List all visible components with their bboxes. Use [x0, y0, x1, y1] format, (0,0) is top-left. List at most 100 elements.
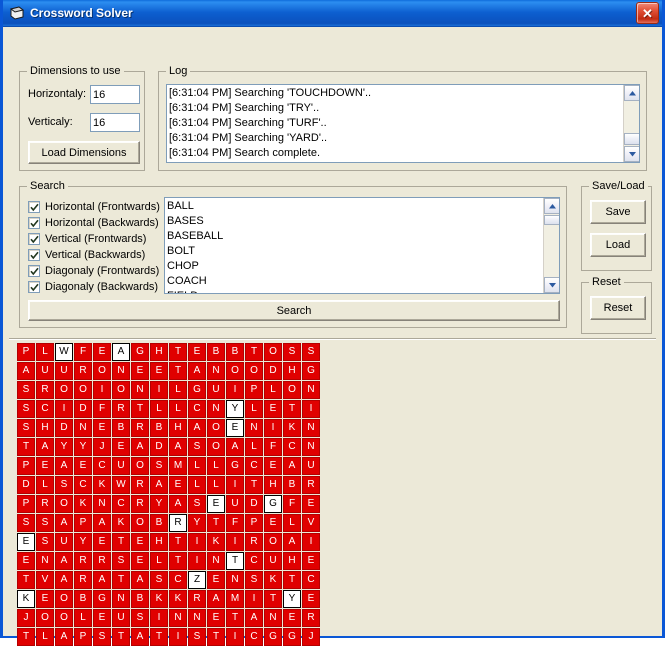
- grid-cell[interactable]: A: [169, 438, 187, 456]
- grid-cell[interactable]: S: [302, 343, 320, 361]
- list-item[interactable]: FIELD: [167, 289, 541, 293]
- grid-cell[interactable]: N: [264, 609, 282, 627]
- grid-cell[interactable]: J: [93, 438, 111, 456]
- grid-cell[interactable]: T: [169, 362, 187, 380]
- grid-cell[interactable]: E: [207, 609, 225, 627]
- grid-cell[interactable]: O: [112, 381, 130, 399]
- grid-cell[interactable]: O: [283, 381, 301, 399]
- grid-cell[interactable]: Z: [188, 571, 206, 589]
- grid-cell[interactable]: J: [302, 628, 320, 646]
- grid-cell[interactable]: E: [302, 590, 320, 608]
- grid-cell[interactable]: R: [36, 495, 54, 513]
- checkmark-icon[interactable]: [28, 249, 40, 261]
- grid-cell[interactable]: L: [36, 476, 54, 494]
- grid-cell[interactable]: T: [17, 438, 35, 456]
- grid-cell[interactable]: C: [302, 571, 320, 589]
- grid-cell[interactable]: A: [188, 419, 206, 437]
- grid-cell[interactable]: C: [112, 495, 130, 513]
- grid-cell[interactable]: A: [55, 457, 73, 475]
- grid-cell[interactable]: O: [207, 419, 225, 437]
- checkmark-icon[interactable]: [28, 217, 40, 229]
- grid-cell[interactable]: R: [302, 609, 320, 627]
- grid-cell[interactable]: K: [264, 571, 282, 589]
- grid-cell[interactable]: R: [36, 381, 54, 399]
- grid-cell[interactable]: E: [207, 571, 225, 589]
- grid-cell[interactable]: O: [36, 609, 54, 627]
- grid-cell[interactable]: B: [283, 476, 301, 494]
- load-button[interactable]: Load: [590, 233, 646, 257]
- grid-cell[interactable]: N: [112, 362, 130, 380]
- grid-cell[interactable]: Y: [74, 438, 92, 456]
- grid-cell[interactable]: B: [74, 590, 92, 608]
- log-listbox[interactable]: [6:31:04 PM] Searching 'TOUCHDOWN'.. [6:3…: [166, 84, 640, 163]
- grid-cell[interactable]: B: [226, 343, 244, 361]
- grid-cell[interactable]: L: [36, 343, 54, 361]
- grid-cell[interactable]: F: [283, 495, 301, 513]
- close-button[interactable]: ✕: [636, 2, 659, 24]
- grid-cell[interactable]: A: [93, 514, 111, 532]
- list-item[interactable]: COACH: [167, 274, 541, 289]
- grid-cell[interactable]: Y: [74, 533, 92, 551]
- grid-cell[interactable]: O: [207, 438, 225, 456]
- grid-cell[interactable]: N: [93, 495, 111, 513]
- grid-cell[interactable]: S: [112, 552, 130, 570]
- grid-cell[interactable]: A: [55, 628, 73, 646]
- grid-cell[interactable]: T: [207, 514, 225, 532]
- grid-cell[interactable]: E: [169, 476, 187, 494]
- grid-cell[interactable]: A: [131, 438, 149, 456]
- grid-cell[interactable]: A: [188, 362, 206, 380]
- grid-cell[interactable]: S: [150, 457, 168, 475]
- grid-cell[interactable]: C: [283, 438, 301, 456]
- grid-cell[interactable]: D: [264, 362, 282, 380]
- grid-cell[interactable]: H: [283, 552, 301, 570]
- grid-cell[interactable]: P: [74, 514, 92, 532]
- grid-cell[interactable]: T: [283, 400, 301, 418]
- grid-cell[interactable]: A: [150, 476, 168, 494]
- grid-cell[interactable]: C: [74, 476, 92, 494]
- grid-cell[interactable]: T: [226, 552, 244, 570]
- grid-cell[interactable]: S: [17, 400, 35, 418]
- grid-cell[interactable]: P: [17, 495, 35, 513]
- grid-cell[interactable]: N: [207, 362, 225, 380]
- grid-cell[interactable]: F: [226, 514, 244, 532]
- grid-cell[interactable]: A: [131, 571, 149, 589]
- list-item[interactable]: BASES: [167, 214, 541, 229]
- grid-cell[interactable]: M: [169, 457, 187, 475]
- grid-cell[interactable]: S: [283, 343, 301, 361]
- grid-cell[interactable]: I: [150, 609, 168, 627]
- grid-cell[interactable]: C: [245, 457, 263, 475]
- grid-cell[interactable]: S: [17, 514, 35, 532]
- grid-cell[interactable]: O: [264, 343, 282, 361]
- grid-cell[interactable]: S: [36, 533, 54, 551]
- grid-cell[interactable]: I: [55, 400, 73, 418]
- grid-cell[interactable]: S: [17, 381, 35, 399]
- grid-cell[interactable]: A: [36, 438, 54, 456]
- grid-cell[interactable]: O: [245, 362, 263, 380]
- grid-cell[interactable]: T: [169, 552, 187, 570]
- grid-cell[interactable]: B: [112, 419, 130, 437]
- grid-cell[interactable]: L: [207, 476, 225, 494]
- grid-cell[interactable]: U: [207, 381, 225, 399]
- grid-cell[interactable]: I: [302, 533, 320, 551]
- grid-cell[interactable]: K: [93, 476, 111, 494]
- grid-cell[interactable]: O: [55, 495, 73, 513]
- grid-cell[interactable]: B: [131, 590, 149, 608]
- grid-cell[interactable]: P: [74, 628, 92, 646]
- grid-cell[interactable]: M: [226, 590, 244, 608]
- grid-cell[interactable]: E: [150, 362, 168, 380]
- grid-cell[interactable]: E: [302, 552, 320, 570]
- grid-cell[interactable]: S: [150, 571, 168, 589]
- grid-cell[interactable]: C: [93, 457, 111, 475]
- grid-cell[interactable]: O: [226, 362, 244, 380]
- grid-cell[interactable]: B: [150, 419, 168, 437]
- grid-cell[interactable]: L: [188, 476, 206, 494]
- grid-cell[interactable]: L: [36, 628, 54, 646]
- grid-cell[interactable]: L: [245, 438, 263, 456]
- grid-cell[interactable]: U: [55, 533, 73, 551]
- grid-cell[interactable]: T: [207, 628, 225, 646]
- grid-cell[interactable]: E: [131, 533, 149, 551]
- grid-cell[interactable]: G: [264, 495, 282, 513]
- grid-cell[interactable]: P: [17, 457, 35, 475]
- search-option-2[interactable]: Vertical (Frontwards): [28, 231, 163, 247]
- grid-cell[interactable]: O: [74, 381, 92, 399]
